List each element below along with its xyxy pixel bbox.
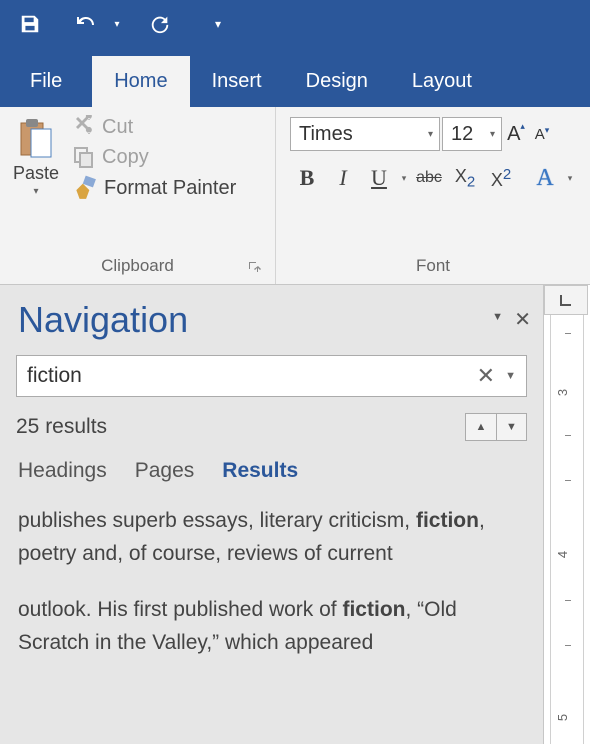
paste-label: Paste: [13, 163, 59, 184]
underline-button[interactable]: U: [362, 161, 396, 195]
group-clipboard: Paste ▾ Cut Copy Format Painter Clipbo: [0, 107, 276, 284]
format-painter-label: Format Painter: [104, 177, 236, 200]
grow-font-button[interactable]: A▴: [504, 117, 528, 151]
navtab-results[interactable]: Results: [222, 459, 298, 483]
subscript-button[interactable]: X2: [448, 161, 482, 195]
vertical-ruler[interactable]: 3 4 5: [550, 315, 584, 744]
tab-insert[interactable]: Insert: [190, 56, 284, 107]
bold-button[interactable]: B: [290, 161, 324, 195]
tab-design[interactable]: Design: [284, 56, 390, 107]
navigation-close-button[interactable]: ✕: [514, 307, 531, 332]
undo-button[interactable]: [66, 4, 106, 44]
tab-home[interactable]: Home: [92, 56, 189, 107]
paste-dropdown[interactable]: ▾: [33, 186, 38, 197]
results-count: 25 results: [16, 415, 107, 439]
save-button[interactable]: [10, 4, 50, 44]
tab-file[interactable]: File: [0, 56, 92, 107]
shrink-font-button[interactable]: A▾: [530, 117, 554, 151]
tab-selector[interactable]: [544, 285, 588, 315]
redo-button[interactable]: [140, 4, 180, 44]
search-input[interactable]: [27, 364, 471, 388]
group-font: Times ▾ 12 ▾ A▴ A▾ B I U ▾ abc: [276, 107, 590, 284]
ruler-mark: 5: [555, 714, 570, 721]
font-size-value: 12: [451, 123, 473, 146]
font-group-label: Font: [284, 252, 582, 282]
strikethrough-button[interactable]: abc: [412, 161, 446, 195]
cut-label: Cut: [102, 116, 133, 139]
search-result[interactable]: outlook. His first published work of fic…: [16, 594, 527, 659]
ruler-area: 3 4 5: [543, 285, 590, 744]
navigation-pane: ▼ ✕ Navigation ✕ ▼ 25 results ▲ ▼ Headin…: [0, 285, 543, 744]
qat-customize-dropdown[interactable]: ▾: [208, 17, 228, 31]
clipboard-dialog-launcher[interactable]: [247, 260, 263, 276]
navigation-options-dropdown[interactable]: ▼: [492, 311, 503, 323]
italic-button[interactable]: I: [326, 161, 360, 195]
result-stepper: ▲ ▼: [465, 413, 527, 441]
search-result[interactable]: publishes superb essays, literary critic…: [16, 505, 527, 570]
navtab-headings[interactable]: Headings: [18, 459, 107, 483]
undo-dropdown[interactable]: ▾: [110, 19, 124, 30]
clipboard-group-label: Clipboard: [8, 252, 267, 282]
copy-label: Copy: [102, 146, 149, 169]
text-effects-button[interactable]: A: [528, 161, 562, 195]
chevron-down-icon: ▾: [426, 129, 435, 140]
chevron-down-icon: ▾: [488, 129, 497, 140]
search-options-dropdown[interactable]: ▼: [501, 370, 520, 382]
quick-access-toolbar: ▾ ▾: [0, 0, 590, 48]
navigation-tabs: Headings Pages Results: [16, 459, 527, 483]
font-name-value: Times: [299, 123, 353, 146]
navtab-pages[interactable]: Pages: [135, 459, 195, 483]
underline-dropdown[interactable]: ▾: [398, 173, 410, 184]
paste-button[interactable]: Paste ▾: [8, 113, 64, 252]
search-box[interactable]: ✕ ▼: [16, 355, 527, 397]
ribbon: Paste ▾ Cut Copy Format Painter Clipbo: [0, 107, 590, 285]
tab-layout[interactable]: Layout: [390, 56, 494, 107]
format-painter-button[interactable]: Format Painter: [72, 175, 236, 201]
ribbon-tabs: File Home Insert Design Layout: [0, 48, 590, 107]
font-name-combo[interactable]: Times ▾: [290, 117, 440, 151]
next-result-button[interactable]: ▼: [496, 414, 526, 440]
superscript-button[interactable]: X2: [484, 161, 518, 195]
navigation-title: Navigation: [18, 299, 527, 341]
ruler-mark: 4: [555, 551, 570, 558]
ruler-mark: 3: [555, 389, 570, 396]
clear-search-button[interactable]: ✕: [471, 363, 501, 389]
prev-result-button[interactable]: ▲: [466, 414, 496, 440]
text-effects-dropdown[interactable]: ▾: [564, 173, 576, 184]
font-size-combo[interactable]: 12 ▾: [442, 117, 502, 151]
copy-button[interactable]: Copy: [72, 145, 236, 169]
cut-button[interactable]: Cut: [72, 115, 236, 139]
